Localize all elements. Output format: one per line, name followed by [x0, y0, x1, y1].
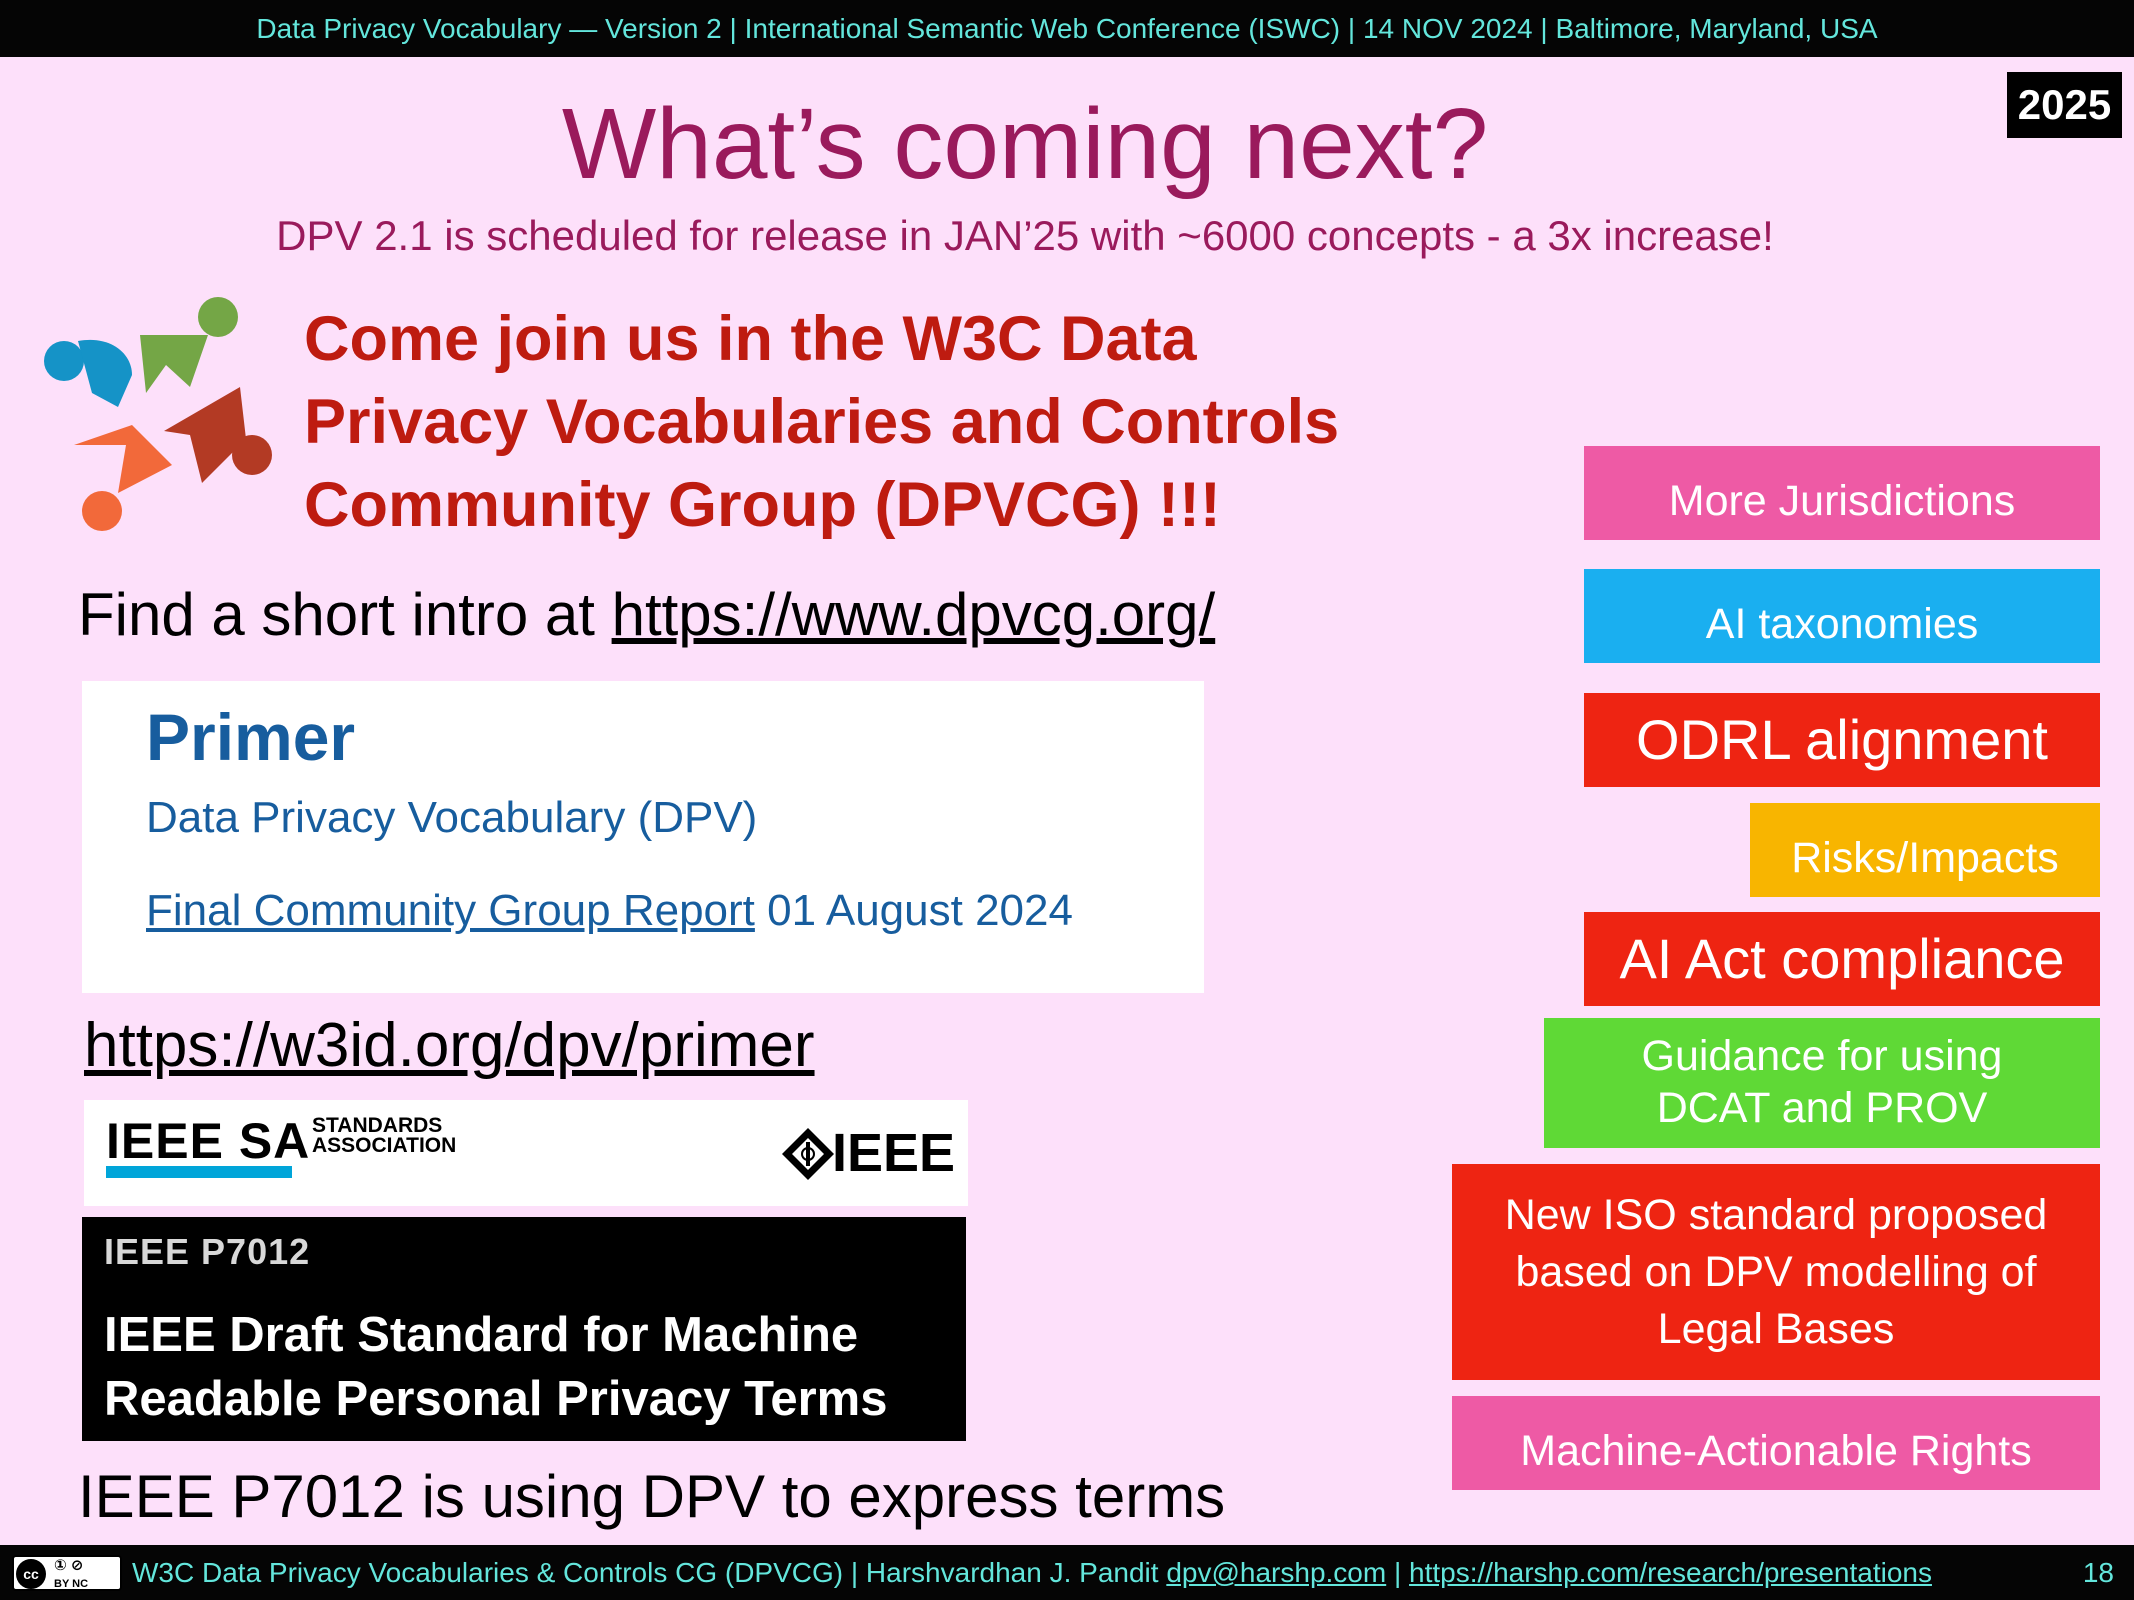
intro-prefix: Find a short intro at	[78, 581, 612, 648]
p7012-title: IEEE Draft Standard for Machine Readable…	[104, 1303, 954, 1431]
ieee-sa-banner: IEEE SA STANDARDS ASSOCIATION IEEE	[84, 1100, 968, 1206]
join-heading: Come join us in the W3C Data Privacy Voc…	[304, 298, 1464, 547]
footer-bar: cc ① ⊘ BY NC W3C Data Privacy Vocabulari…	[0, 1545, 2134, 1600]
p7012-title-line-2: Readable Personal Privacy Terms	[104, 1372, 888, 1426]
presentations-link[interactable]: https://harshp.com/research/presentation…	[1409, 1557, 1932, 1588]
dcat-line-1: Guidance for using	[1641, 1032, 2003, 1081]
footer-credits: W3C Data Privacy Vocabularies & Controls…	[132, 1545, 1932, 1600]
primer-subtitle: Data Privacy Vocabulary (DPV)	[146, 793, 758, 842]
ieee-sa-logo-text: IEEE SA	[106, 1113, 311, 1169]
intro-line: Find a short intro at https://www.dpvcg.…	[78, 580, 1215, 649]
report-date: 01 August 2024	[754, 886, 1073, 935]
license-by: BY	[54, 1578, 70, 1590]
license-nc: NC	[72, 1578, 89, 1590]
email-link[interactable]: dpv@harshp.com	[1166, 1557, 1386, 1588]
iso-line-1: New ISO standard proposed	[1504, 1190, 2048, 1239]
dcat-line-2: DCAT and PROV	[1656, 1084, 1988, 1132]
dpvcg-link[interactable]: https://www.dpvcg.org/	[612, 581, 1216, 648]
footer-separator: |	[1386, 1557, 1410, 1588]
roadmap-dcat-prov-guidance: Guidance for using DCAT and PROV	[1544, 1018, 2100, 1148]
header-bar: Data Privacy Vocabulary — Version 2 | In…	[0, 0, 2134, 57]
cc-icon: cc	[16, 1559, 46, 1589]
license-terms: ① ⊘ BY NC	[54, 1557, 89, 1590]
roadmap-more-jurisdictions: More Jurisdictions	[1584, 446, 2100, 540]
cc-license-badge: cc ① ⊘ BY NC	[12, 1555, 122, 1591]
roadmap-ai-act-compliance: AI Act compliance	[1584, 912, 2100, 1006]
join-line-1: Come join us in the W3C Data	[304, 304, 1197, 374]
join-line-2: Privacy Vocabularies and Controls	[304, 387, 1340, 457]
ieee-wordmark: IEEE	[832, 1123, 956, 1183]
page-number: 18	[2082, 1557, 2114, 1588]
iso-line-3: Legal Bases	[1657, 1304, 1895, 1353]
p7012-usage-note: IEEE P7012 is using DPV to express terms	[78, 1463, 1226, 1530]
primer-url-link[interactable]: https://w3id.org/dpv/primer	[84, 1010, 815, 1081]
ieee-sa-association: STANDARDS ASSOCIATION	[312, 1114, 457, 1157]
slide-subtitle: DPV 2.1 is scheduled for release in JAN’…	[276, 212, 1774, 259]
dpvcg-logo	[44, 297, 272, 531]
assoc-line-1: STANDARDS	[312, 1114, 443, 1137]
p7012-card: IEEE P7012 IEEE Draft Standard for Machi…	[82, 1217, 966, 1441]
ieee-diamond-icon	[782, 1128, 834, 1180]
join-line-3: Community Group (DPVCG) !!!	[304, 470, 1221, 540]
slide-title: What’s coming next?	[561, 88, 1489, 200]
primer-report: Final Community Group Report 01 August 2…	[146, 886, 1073, 936]
p7012-label: IEEE P7012	[104, 1231, 311, 1272]
iso-line-2: based on DPV modelling of	[1515, 1247, 2037, 1296]
ieee-sa-underline	[106, 1166, 292, 1178]
roadmap-ai-taxonomies: AI taxonomies	[1584, 569, 2100, 663]
footer-prefix: W3C Data Privacy Vocabularies & Controls…	[132, 1557, 1167, 1588]
roadmap-iso-standard: New ISO standard proposed based on DPV m…	[1452, 1164, 2100, 1380]
report-link[interactable]: Final Community Group Report	[146, 886, 755, 935]
primer-title: Primer	[146, 700, 356, 774]
assoc-line-2: ASSOCIATION	[312, 1134, 457, 1157]
primer-card: Primer Data Privacy Vocabulary (DPV) Fin…	[82, 681, 1204, 993]
p7012-title-line-1: IEEE Draft Standard for Machine	[104, 1308, 859, 1362]
roadmap-odrl-alignment: ODRL alignment	[1584, 693, 2100, 787]
roadmap-machine-actionable-rights: Machine-Actionable Rights	[1452, 1396, 2100, 1490]
roadmap-risks-impacts: Risks/Impacts	[1750, 803, 2100, 897]
